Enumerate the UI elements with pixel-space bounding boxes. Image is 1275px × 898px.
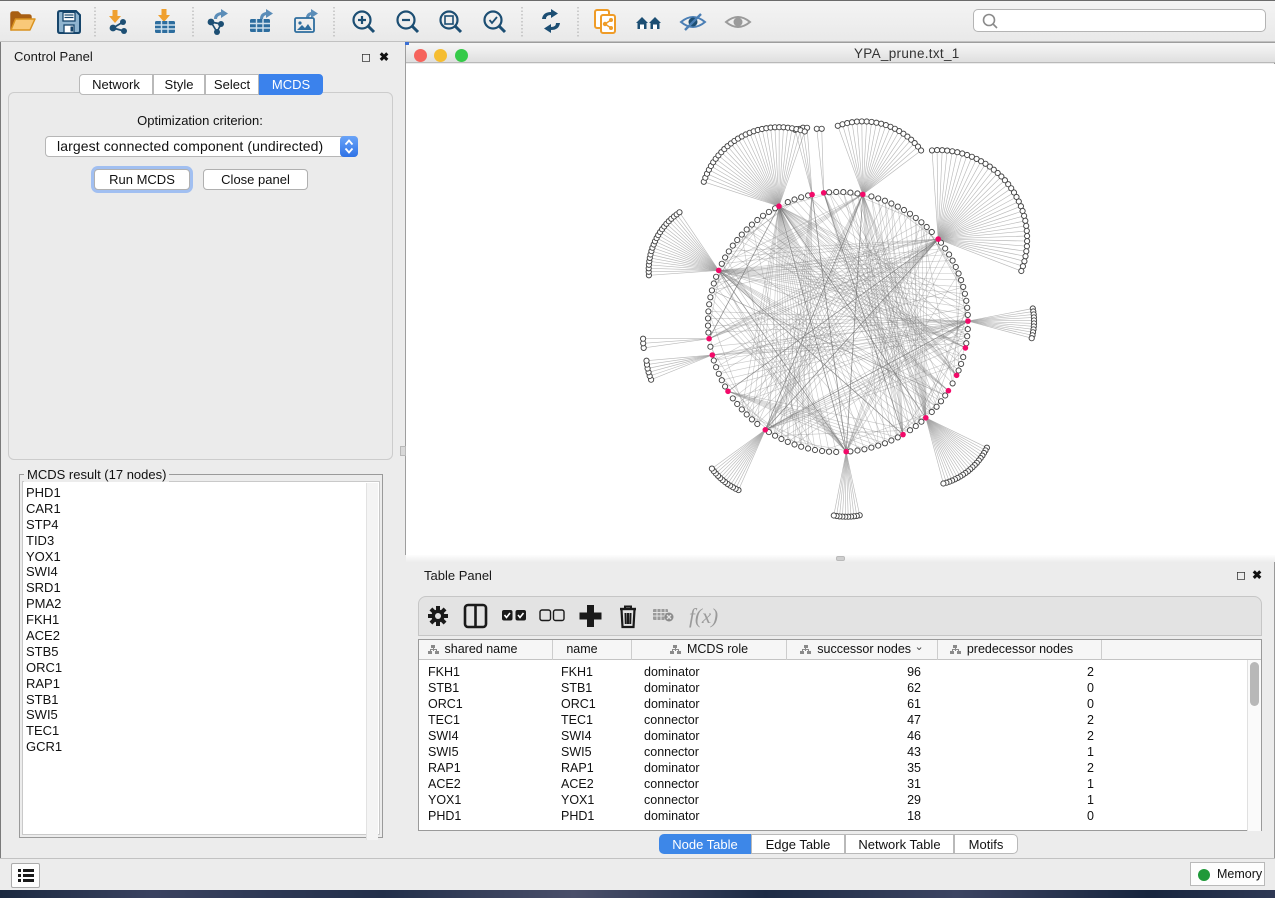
svg-text:f(x): f(x) xyxy=(689,604,718,628)
